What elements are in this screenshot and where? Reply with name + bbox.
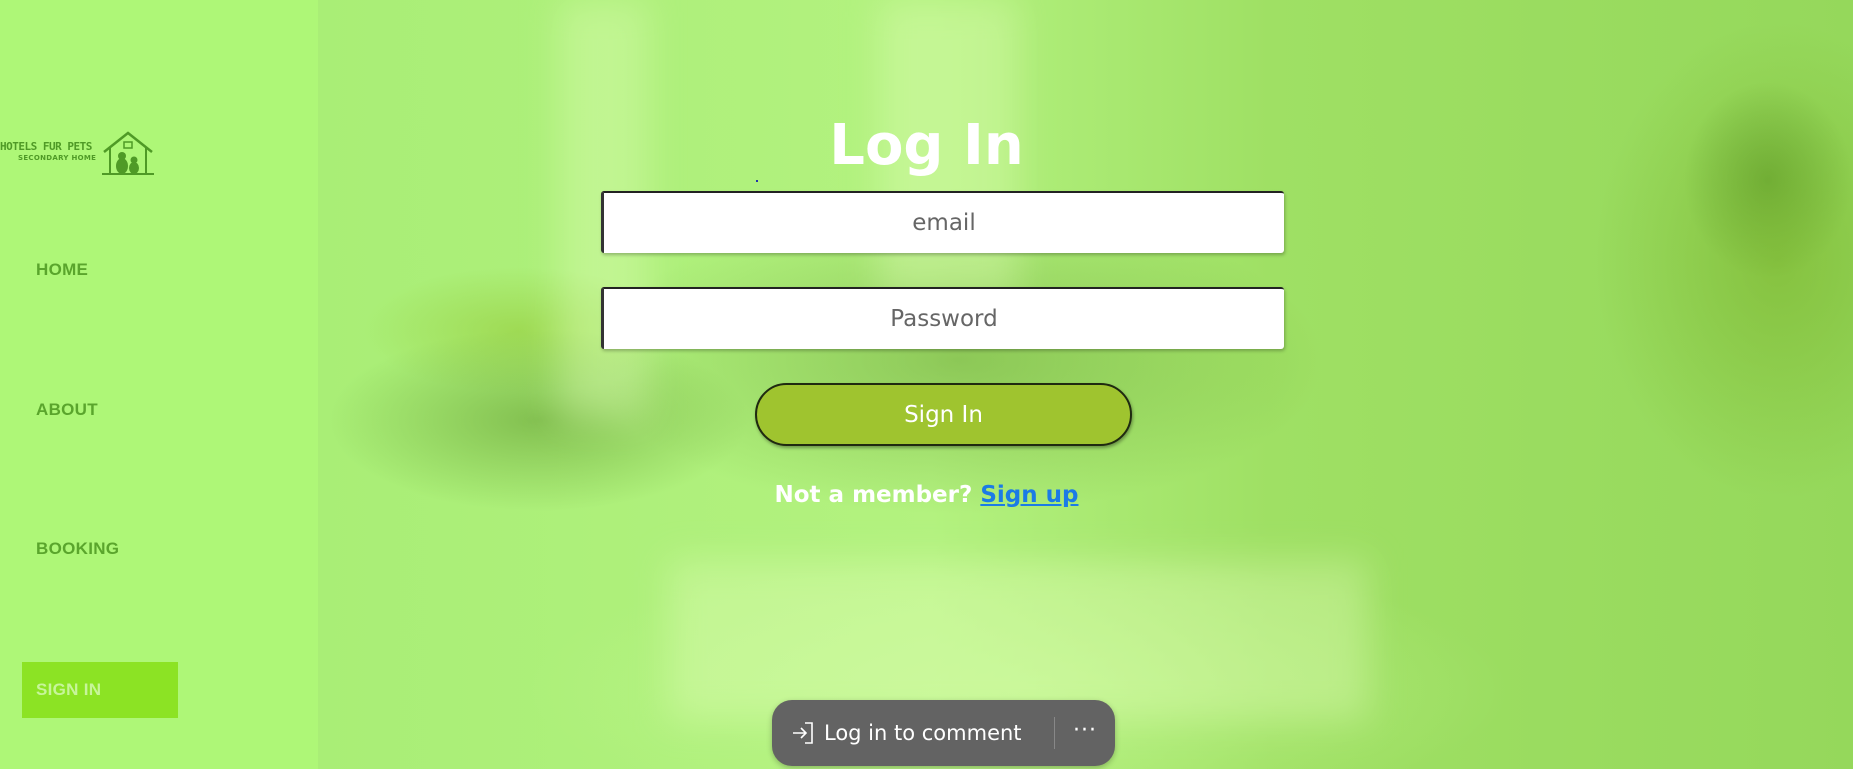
more-options-icon[interactable]: ···	[1062, 714, 1108, 752]
signup-prompt: Not a member? Sign up	[0, 482, 1853, 508]
divider	[1054, 717, 1055, 749]
password-field[interactable]	[601, 287, 1284, 349]
comment-label: Log in to comment	[824, 721, 1022, 745]
login-to-comment-button[interactable]: Log in to comment	[790, 718, 1022, 748]
page-title: Log In	[829, 113, 1024, 178]
sign-in-button[interactable]: Sign In	[755, 383, 1132, 446]
email-field[interactable]	[601, 191, 1284, 253]
sidebar-item-booking[interactable]: BOOKING	[36, 539, 119, 559]
login-arrow-icon	[793, 722, 813, 744]
member-prompt-text: Not a member?	[774, 482, 973, 508]
comment-bar: Log in to comment ···	[772, 700, 1115, 766]
sidebar-item-home[interactable]: HOME	[36, 260, 88, 280]
sidebar-item-about[interactable]: ABOUT	[36, 400, 98, 420]
sidebar-item-label: SIGN IN	[36, 680, 102, 699]
stray-dot	[756, 180, 758, 182]
sign-up-link[interactable]: Sign up	[980, 482, 1078, 508]
sidebar-item-sign-in[interactable]: SIGN IN	[22, 662, 178, 718]
